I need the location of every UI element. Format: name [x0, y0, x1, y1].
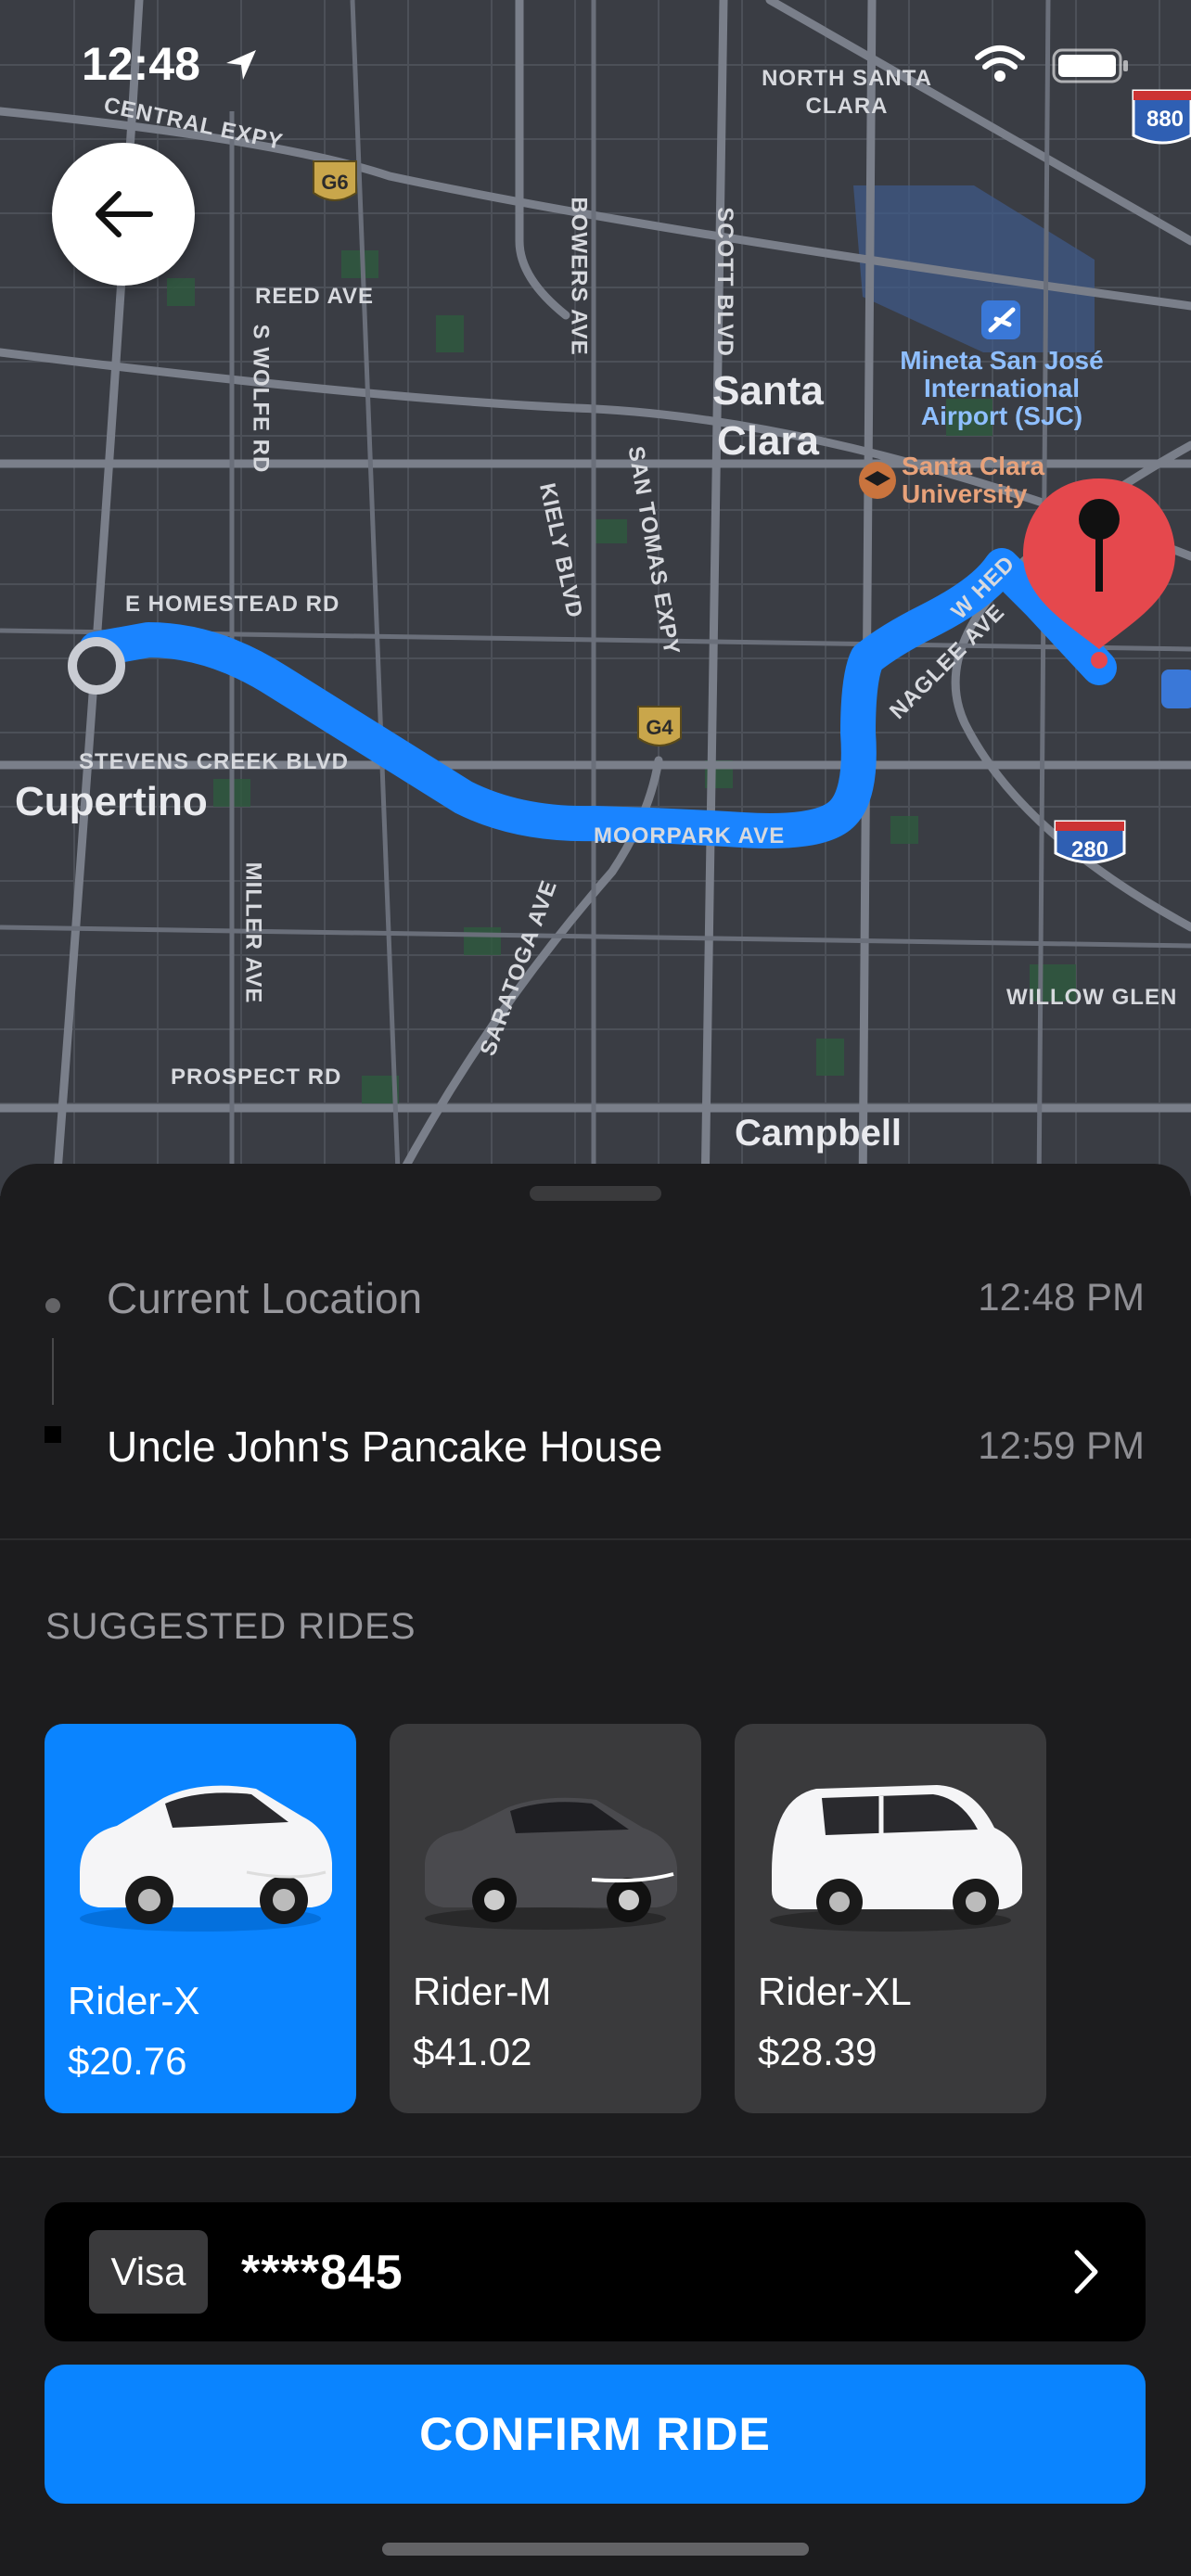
- payment-method-row[interactable]: Visa ****845: [45, 2202, 1146, 2341]
- map-label-s-wolfe-rd: S WOLFE RD: [248, 324, 274, 474]
- destination-name[interactable]: Uncle John's Pancake House: [107, 1422, 662, 1472]
- ride-price: $20.76: [68, 2039, 187, 2083]
- ride-price: $41.02: [413, 2030, 532, 2073]
- card-brand-badge: Visa: [89, 2230, 208, 2314]
- ride-name: Rider-XL: [758, 1970, 912, 2013]
- ride-option-rider-m[interactable]: Rider-M $41.02: [390, 1724, 701, 2113]
- confirm-ride-button[interactable]: CONFIRM RIDE: [45, 2365, 1146, 2504]
- divider: [0, 2156, 1191, 2158]
- chevron-right-icon: [1074, 2250, 1098, 2294]
- card-number: ****845: [241, 2246, 403, 2300]
- arrow-left-icon: [96, 191, 153, 237]
- premium-car-icon: [425, 1797, 677, 1930]
- route-connector: [52, 1338, 54, 1405]
- origin-time: 12:48 PM: [978, 1275, 1145, 1319]
- divider: [0, 1538, 1191, 1540]
- destination-time: 12:59 PM: [978, 1423, 1145, 1467]
- map-label-stevens-creek: STEVENS CREEK BLVD: [79, 749, 349, 774]
- origin-dot-icon: [45, 1298, 60, 1313]
- wifi-battery-icon: [975, 45, 1128, 83]
- map-label-cupertino: Cupertino: [15, 779, 208, 824]
- ride-name: Rider-X: [68, 1979, 200, 2022]
- airplane-icon: [981, 300, 1020, 339]
- map-label-university[interactable]: Santa Clara University: [902, 453, 1059, 508]
- status-time: 12:48: [82, 38, 200, 90]
- status-bar: 12:48: [0, 0, 1191, 130]
- university-icon: [859, 462, 896, 499]
- status-icons: [968, 45, 1135, 90]
- map-label-willow-glen: WILLOW GLEN: [1006, 985, 1178, 1010]
- map-label-airport[interactable]: Mineta San José International Airport (S…: [881, 347, 1122, 430]
- map-label-miller-ave: MILLER AVE: [240, 861, 266, 1004]
- g4-shield: G4: [646, 716, 673, 739]
- ride-option-rider-xl[interactable]: Rider-XL $28.39: [735, 1724, 1046, 2113]
- suggested-rides-title: SUGGESTED RIDES: [45, 1606, 416, 1647]
- back-button[interactable]: [52, 143, 195, 286]
- i280-shield: 280: [1071, 837, 1108, 862]
- map-label-scott-blvd: SCOTT BLVD: [711, 207, 737, 357]
- map-label-moorpark: MOORPARK AVE: [594, 823, 786, 848]
- g6-shield: G6: [321, 171, 348, 194]
- origin-marker: [68, 637, 125, 695]
- home-indicator[interactable]: [382, 2543, 809, 2556]
- ride-name: Rider-M: [413, 1970, 552, 2013]
- destination-square-icon: [45, 1426, 61, 1443]
- map-label-bowers-ave: BOWERS AVE: [566, 197, 592, 356]
- transit-icon: [1161, 670, 1191, 708]
- map-label-campbell: Campbell: [735, 1113, 903, 1154]
- ride-option-rider-x[interactable]: Rider-X $20.76: [45, 1724, 356, 2113]
- suv-car-icon: [770, 1785, 1022, 1932]
- map-label-reed-ave: REED AVE: [255, 284, 375, 309]
- sheet-grabber[interactable]: [530, 1186, 661, 1201]
- map-label-e-homestead-rd: E HOMESTEAD RD: [125, 592, 340, 617]
- sedan-car-icon: [80, 1785, 332, 1932]
- origin-name[interactable]: Current Location: [107, 1273, 422, 1323]
- map-label-santa-clara: Santa Clara: [712, 368, 824, 464]
- location-arrow-icon: [226, 50, 256, 80]
- map-label-prospect-rd: PROSPECT RD: [171, 1065, 342, 1090]
- ride-price: $28.39: [758, 2030, 877, 2073]
